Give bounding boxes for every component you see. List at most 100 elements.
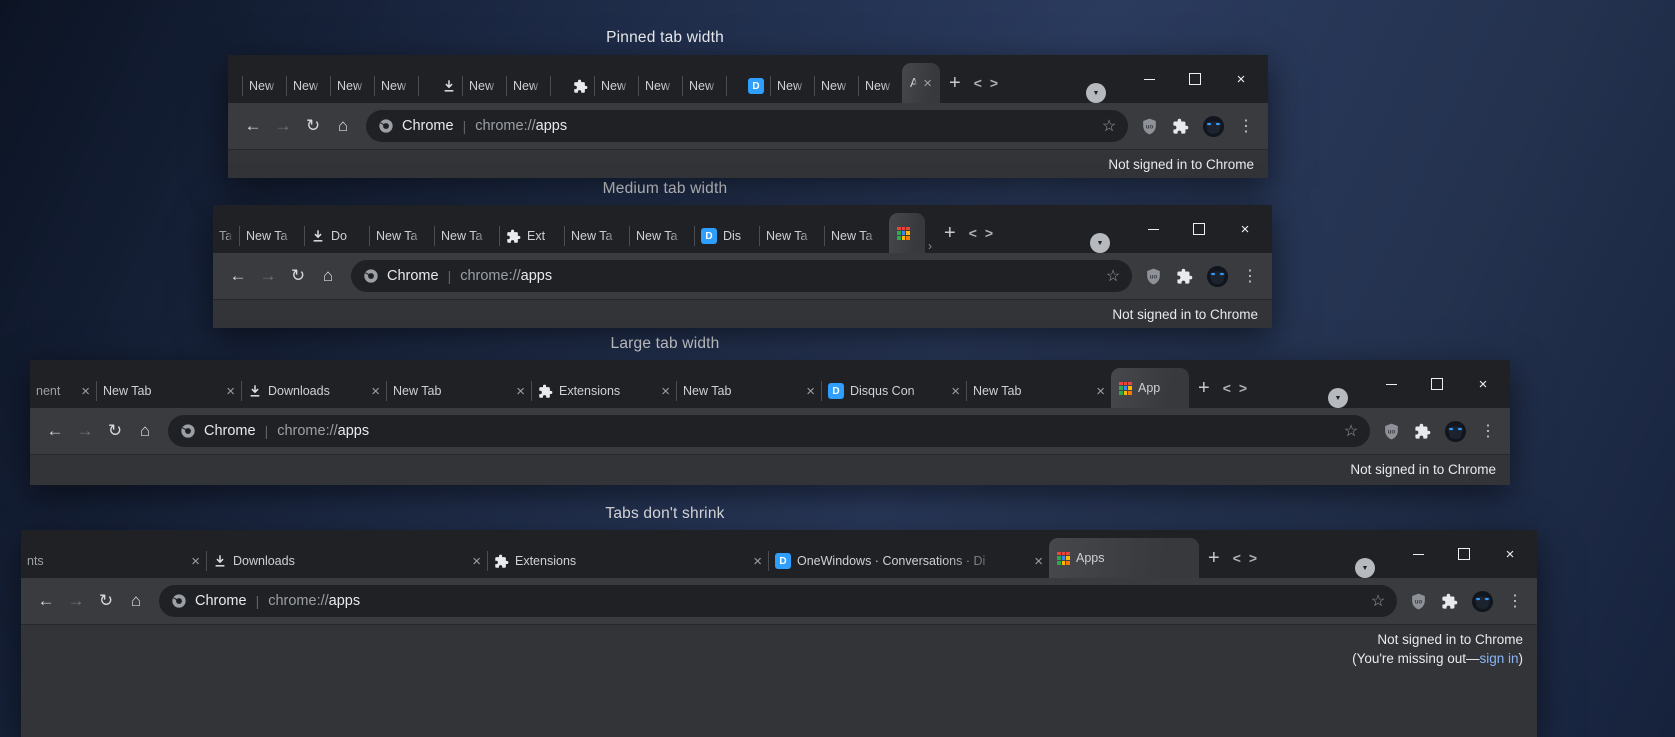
home-button[interactable]: ⌂ xyxy=(328,116,358,136)
tab-scroll-left-button[interactable]: < xyxy=(1229,550,1245,566)
tab-close-icon[interactable]: × xyxy=(951,384,960,399)
tab[interactable]: New Tab × xyxy=(967,374,1111,408)
profile-avatar[interactable] xyxy=(1471,590,1494,613)
tab-scroll-left-button[interactable]: < xyxy=(1219,380,1235,396)
tab-scroll-left-button[interactable]: < xyxy=(965,225,981,241)
profile-avatar[interactable] xyxy=(1202,115,1225,138)
close-button[interactable]: × xyxy=(1487,530,1533,578)
tab-scroll-right-button[interactable]: > xyxy=(986,75,1002,91)
tab[interactable]: New xyxy=(463,69,506,103)
minimize-button[interactable] xyxy=(1130,205,1176,253)
ublock-origin-icon[interactable]: uo xyxy=(1144,267,1163,286)
tab-close-icon[interactable]: × xyxy=(371,384,380,399)
address-bar[interactable]: Chrome | chrome:// apps ☆ xyxy=(351,260,1132,292)
tab-search-button[interactable]: ▼ xyxy=(1086,83,1106,103)
tab-close-icon[interactable]: × xyxy=(516,384,525,399)
tab[interactable]: New xyxy=(771,69,814,103)
tab[interactable]: Downloads × xyxy=(242,374,386,408)
back-button[interactable]: ← xyxy=(31,591,61,611)
tab[interactable]: New xyxy=(507,69,550,103)
home-button[interactable]: ⌂ xyxy=(313,266,343,286)
tab[interactable]: New xyxy=(595,69,638,103)
maximize-button[interactable] xyxy=(1441,530,1487,578)
tab-scroll-left-button[interactable]: < xyxy=(970,75,986,91)
tab[interactable]: Ta xyxy=(213,219,239,253)
tab[interactable]: New xyxy=(243,69,286,103)
reload-button[interactable]: ↻ xyxy=(283,266,313,286)
tab[interactable] xyxy=(228,69,242,103)
forward-button[interactable]: → xyxy=(268,116,298,136)
tab[interactable]: New Ta xyxy=(630,219,694,253)
tab[interactable]: nent × xyxy=(30,374,96,408)
bookmark-star-icon[interactable]: ☆ xyxy=(1363,591,1393,611)
tab[interactable]: New Tab × xyxy=(677,374,821,408)
home-button[interactable]: ⌂ xyxy=(121,591,151,611)
tab-close-icon[interactable]: × xyxy=(226,384,235,399)
tab[interactable]: New Ta xyxy=(825,219,889,253)
back-button[interactable]: ← xyxy=(40,421,70,441)
back-button[interactable]: ← xyxy=(223,266,253,286)
profile-avatar[interactable] xyxy=(1206,265,1229,288)
profile-avatar[interactable] xyxy=(1444,420,1467,443)
tab[interactable]: New Ta xyxy=(370,219,434,253)
extensions-puzzle-icon[interactable] xyxy=(1172,118,1189,135)
minimize-button[interactable] xyxy=(1395,530,1441,578)
address-bar[interactable]: Chrome | chrome:// apps ☆ xyxy=(168,415,1370,447)
reload-button[interactable]: ↻ xyxy=(100,421,130,441)
tab-close-icon[interactable]: × xyxy=(753,554,762,569)
bookmark-star-icon[interactable]: ☆ xyxy=(1098,266,1128,286)
tab[interactable]: New xyxy=(375,69,418,103)
tab-close-icon[interactable]: × xyxy=(191,554,200,569)
tab-scroll-right-button[interactable]: > xyxy=(981,225,997,241)
tab[interactable]: D Dis xyxy=(695,219,759,253)
tab[interactable]: New xyxy=(639,69,682,103)
menu-dots-icon[interactable]: ⋮ xyxy=(1238,116,1254,136)
extensions-puzzle-icon[interactable] xyxy=(1176,268,1193,285)
reload-button[interactable]: ↻ xyxy=(298,116,328,136)
maximize-button[interactable] xyxy=(1414,360,1460,408)
close-button[interactable]: × xyxy=(1222,205,1268,253)
tab[interactable]: New xyxy=(859,69,902,103)
tab-scroll-right-button[interactable]: > xyxy=(1235,380,1251,396)
home-button[interactable]: ⌂ xyxy=(130,421,160,441)
menu-dots-icon[interactable]: ⋮ xyxy=(1480,421,1496,441)
tab[interactable]: Ext xyxy=(500,219,564,253)
active-tab[interactable]: App xyxy=(1111,368,1189,408)
menu-dots-icon[interactable]: ⋮ xyxy=(1507,591,1523,611)
new-tab-button[interactable]: + xyxy=(935,223,965,243)
tab[interactable]: Extensions × xyxy=(532,374,676,408)
new-tab-button[interactable]: + xyxy=(940,73,970,93)
bookmark-star-icon[interactable]: ☆ xyxy=(1094,116,1124,136)
tab-search-button[interactable]: ▼ xyxy=(1355,558,1375,578)
back-button[interactable]: ← xyxy=(238,116,268,136)
tab-search-button[interactable]: ▼ xyxy=(1328,388,1348,408)
address-bar[interactable]: Chrome | chrome:// apps ☆ xyxy=(159,585,1397,617)
minimize-button[interactable] xyxy=(1126,55,1172,103)
forward-button[interactable]: → xyxy=(61,591,91,611)
tab[interactable]: D xyxy=(727,69,770,103)
active-tab[interactable] xyxy=(889,213,925,253)
ublock-origin-icon[interactable]: uo xyxy=(1140,117,1159,136)
tab[interactable]: Downloads × xyxy=(207,544,487,578)
tab-close-icon[interactable]: × xyxy=(806,384,815,399)
tab[interactable]: New Ta xyxy=(760,219,824,253)
tab-close-icon[interactable]: × xyxy=(1096,384,1105,399)
tab[interactable] xyxy=(419,69,462,103)
tab[interactable]: New Tab × xyxy=(387,374,531,408)
tab-close-icon[interactable]: × xyxy=(472,554,481,569)
sign-in-link[interactable]: sign in xyxy=(1479,651,1518,666)
tab[interactable]: Extensions × xyxy=(488,544,768,578)
close-button[interactable]: × xyxy=(1218,55,1264,103)
tab[interactable]: New Ta xyxy=(435,219,499,253)
extensions-puzzle-icon[interactable] xyxy=(1414,423,1431,440)
tab[interactable]: D OneWindows · Conversations · Di × xyxy=(769,544,1049,578)
tab[interactable]: New xyxy=(287,69,330,103)
tab[interactable]: New xyxy=(815,69,858,103)
scroll-right-partial-icon[interactable]: › xyxy=(925,239,935,253)
tab-close-icon[interactable]: × xyxy=(661,384,670,399)
new-tab-button[interactable]: + xyxy=(1189,378,1219,398)
close-button[interactable]: × xyxy=(1460,360,1506,408)
tab-close-icon[interactable]: × xyxy=(81,384,90,399)
tab[interactable]: D Disqus Con × xyxy=(822,374,966,408)
tab[interactable]: New Ta xyxy=(565,219,629,253)
